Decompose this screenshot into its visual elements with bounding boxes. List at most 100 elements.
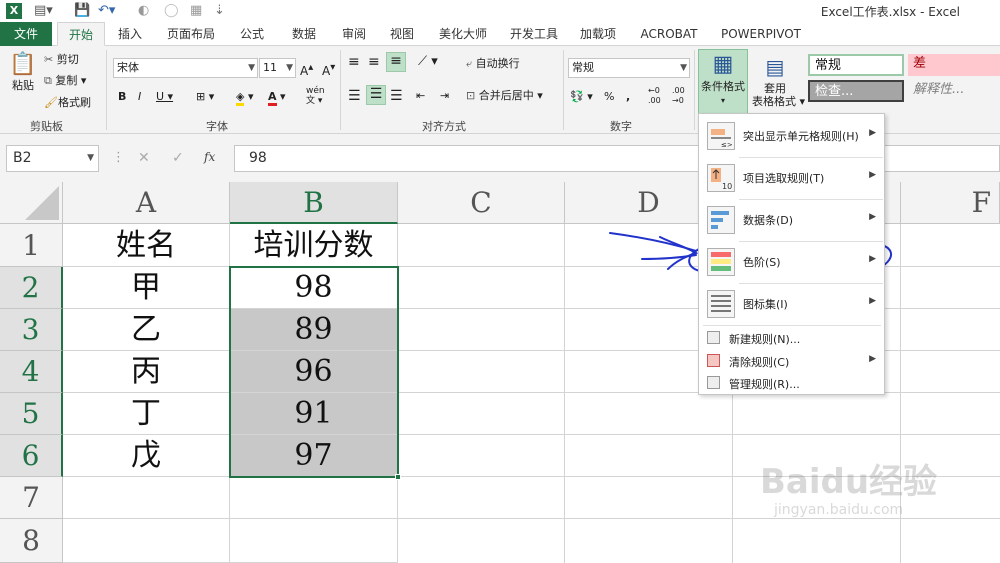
- tab-page-layout[interactable]: 页面布局: [162, 22, 220, 46]
- tab-home[interactable]: 开始: [57, 22, 105, 46]
- column-header-b[interactable]: B: [230, 182, 398, 224]
- fill-handle[interactable]: [395, 474, 401, 480]
- increase-indent-button[interactable]: ⇥: [440, 88, 449, 104]
- watermark-url: jingyan.baidu.com: [774, 502, 904, 518]
- column-header-a[interactable]: A: [63, 182, 230, 224]
- name-box[interactable]: B2 ▼: [6, 145, 99, 172]
- align-right-button[interactable]: ☰: [390, 88, 403, 104]
- cell-a4[interactable]: 丙: [63, 351, 230, 393]
- cell-a7[interactable]: [63, 477, 230, 519]
- grow-font-button[interactable]: A▴: [300, 60, 313, 79]
- format-as-table-button[interactable]: ▤ 套用 表格格式 ▾: [752, 52, 805, 108]
- wrap-text-button[interactable]: ⤶ 自动换行: [466, 56, 520, 72]
- menu-item-highlight-cells-rules[interactable]: ≤> 突出显示单元格规则(H) ▶: [699, 116, 884, 156]
- column-header-c[interactable]: C: [398, 182, 565, 224]
- style-bad[interactable]: 差: [908, 54, 1000, 76]
- accounting-format-button[interactable]: 💱 ▾: [570, 89, 593, 105]
- format-painter-button[interactable]: 🖌格式刷: [44, 95, 91, 111]
- comma-button[interactable]: ,: [626, 89, 630, 105]
- cell-a5[interactable]: 丁: [63, 393, 230, 435]
- bold-button[interactable]: B: [118, 89, 126, 105]
- merge-center-button[interactable]: ⊡ 合并后居中 ▾: [466, 88, 543, 104]
- row-header-8[interactable]: 8: [0, 519, 63, 563]
- menu-item-manage-rules[interactable]: 管理规则(R)...: [699, 372, 884, 394]
- tab-file[interactable]: 文件: [0, 22, 52, 46]
- tab-addins[interactable]: 加载项: [574, 22, 622, 46]
- tab-formulas[interactable]: 公式: [232, 22, 272, 46]
- font-color-button[interactable]: A ▾: [268, 89, 286, 106]
- row-header-7[interactable]: 7: [0, 477, 63, 519]
- align-top-button[interactable]: ≡: [348, 54, 360, 70]
- row-header-3[interactable]: 3: [0, 309, 63, 351]
- phonetic-button[interactable]: wén 文 ▾: [306, 86, 325, 106]
- cancel-icon[interactable]: ✕: [138, 150, 150, 166]
- select-all-corner[interactable]: [0, 182, 63, 224]
- cell-b1[interactable]: 培训分数: [230, 224, 398, 267]
- decrease-decimal-button[interactable]: .00 →0: [672, 86, 685, 106]
- copy-button[interactable]: ⧉ 复制 ▾: [44, 73, 86, 89]
- tab-developer[interactable]: 开发工具: [504, 22, 564, 46]
- align-left-button[interactable]: ☰: [348, 88, 361, 104]
- redo-icon[interactable]: ◐: [138, 3, 149, 19]
- cell-a2[interactable]: 甲: [63, 267, 230, 309]
- column-header-f[interactable]: F: [901, 182, 1000, 224]
- cell-b8[interactable]: [230, 519, 398, 563]
- font-size-select[interactable]: 11 ▼: [259, 58, 296, 78]
- print-preview-icon[interactable]: ▦: [190, 3, 202, 19]
- style-normal[interactable]: 常规: [808, 54, 904, 76]
- number-format-value: 常规: [572, 61, 594, 74]
- cut-button[interactable]: ✂ 剪切: [44, 52, 79, 68]
- align-center-button[interactable]: ☰: [366, 85, 386, 105]
- touch-mode-icon[interactable]: ◯: [164, 3, 179, 19]
- tab-view[interactable]: 视图: [382, 22, 422, 46]
- cell-a1[interactable]: 姓名: [63, 224, 230, 267]
- cell-b7[interactable]: [230, 477, 398, 519]
- menu-item-color-scales[interactable]: 色阶(S) ▶: [699, 242, 884, 282]
- menu-item-new-rule[interactable]: 新建规则(N)...: [699, 327, 884, 349]
- row-header-1[interactable]: 1: [0, 224, 63, 267]
- tab-beautify[interactable]: 美化大师: [432, 22, 494, 46]
- menu-item-data-bars[interactable]: 数据条(D) ▶: [699, 200, 884, 240]
- increase-decimal-button[interactable]: ←0.00: [648, 86, 661, 106]
- align-bottom-button[interactable]: ≡: [386, 52, 406, 72]
- cell-a3[interactable]: 乙: [63, 309, 230, 351]
- tab-review[interactable]: 审阅: [334, 22, 374, 46]
- fill-color-button[interactable]: ◈ ▾: [236, 89, 254, 106]
- paste-button[interactable]: 📋 粘贴: [8, 52, 38, 94]
- undo-icon[interactable]: ↶▾: [98, 3, 115, 19]
- menu-item-top-bottom-rules[interactable]: 10 项目选取规则(T) ▶: [699, 158, 884, 198]
- enter-icon[interactable]: ✓: [172, 150, 184, 166]
- row-header-5[interactable]: 5: [0, 393, 63, 435]
- decrease-indent-button[interactable]: ⇤: [416, 88, 425, 104]
- row-header-6[interactable]: 6: [0, 435, 63, 477]
- orientation-button[interactable]: ⟋ ▾: [418, 54, 438, 70]
- save-icon[interactable]: 💾: [74, 3, 90, 19]
- copy-label: 复制: [55, 74, 78, 87]
- tab-data[interactable]: 数据: [284, 22, 324, 46]
- align-middle-button[interactable]: ≡: [368, 54, 380, 70]
- percent-button[interactable]: %: [604, 89, 614, 105]
- conditional-formatting-button[interactable]: ▦ 条件格式 ▾: [698, 49, 748, 116]
- quick-access-icon[interactable]: ▤▾: [34, 3, 53, 19]
- tab-powerpivot[interactable]: POWERPIVOT: [716, 22, 806, 46]
- formula-input[interactable]: 98: [234, 145, 1000, 172]
- underline-button[interactable]: U ▾: [156, 89, 173, 105]
- menu-item-icon-sets[interactable]: 图标集(I) ▶: [699, 284, 884, 324]
- row-header-4[interactable]: 4: [0, 351, 63, 393]
- insert-function-button[interactable]: fx: [204, 150, 215, 164]
- font-name-select[interactable]: 宋体 ▼: [113, 58, 258, 78]
- shrink-font-button[interactable]: A▾: [322, 60, 335, 79]
- italic-button[interactable]: I: [138, 89, 141, 105]
- style-explanatory[interactable]: 解释性...: [908, 80, 1000, 102]
- tab-insert[interactable]: 插入: [108, 22, 152, 46]
- tab-acrobat[interactable]: ACROBAT: [634, 22, 704, 46]
- row-header-2[interactable]: 2: [0, 267, 63, 309]
- number-format-select[interactable]: 常规 ▼: [568, 58, 690, 78]
- style-check-cell[interactable]: 检查...: [808, 80, 904, 102]
- format-painter-label: 格式刷: [57, 96, 91, 109]
- cell-a8[interactable]: [63, 519, 230, 563]
- customize-qat-icon[interactable]: ⇣: [214, 3, 225, 19]
- cell-a6[interactable]: 戊: [63, 435, 230, 477]
- border-button[interactable]: ⊞ ▾: [196, 89, 214, 105]
- menu-item-clear-rules[interactable]: 清除规则(C) ▶: [699, 350, 884, 372]
